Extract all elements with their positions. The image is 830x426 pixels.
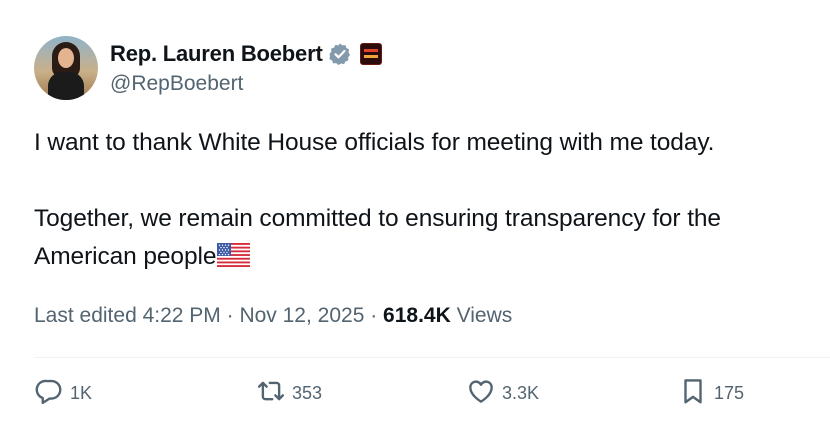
- tweet-meta: Last edited 4:22 PM · Nov 12, 2025 · 618…: [34, 304, 512, 328]
- repost-count: 353: [292, 383, 323, 403]
- like-button[interactable]: 3.3K: [466, 376, 539, 411]
- heart-icon: [466, 376, 496, 411]
- us-flag-icon: [217, 241, 251, 267]
- verified-badge-icon[interactable]: [328, 42, 352, 66]
- avatar-body: [48, 72, 84, 100]
- avatar[interactable]: [34, 36, 98, 100]
- divider: [34, 357, 830, 358]
- tweet-body: I want to thank White House officials fo…: [34, 124, 824, 276]
- views-label: Views: [456, 304, 513, 327]
- name-row: Rep. Lauren Boebert: [110, 40, 382, 68]
- repost-button[interactable]: 353: [256, 376, 322, 411]
- views-count: 618.4K: [383, 304, 451, 327]
- reply-button[interactable]: 1K: [34, 376, 92, 411]
- like-count: 3.3K: [502, 383, 540, 403]
- author-handle[interactable]: @RepBoebert: [110, 72, 382, 96]
- author-names: Rep. Lauren Boebert @RepBoebert: [110, 40, 382, 96]
- bookmark-count: 175: [714, 383, 745, 403]
- affiliation-badge-icon[interactable]: [359, 43, 382, 65]
- edited-timestamp[interactable]: Last edited 4:22 PM · Nov 12, 2025 ·: [34, 304, 377, 327]
- bookmark-button[interactable]: 175: [678, 376, 744, 411]
- tweet-paragraph-2-text: Together, we remain committed to ensurin…: [34, 205, 721, 270]
- avatar-face: [58, 48, 74, 68]
- bookmark-icon: [678, 376, 708, 411]
- tweet-paragraph-1: I want to thank White House officials fo…: [34, 129, 715, 156]
- reply-icon: [34, 376, 64, 411]
- tweet-header: Rep. Lauren Boebert @RepBoebert: [34, 36, 382, 100]
- repost-icon: [256, 376, 286, 411]
- display-name[interactable]: Rep. Lauren Boebert: [110, 41, 323, 67]
- reply-count: 1K: [70, 383, 93, 403]
- tweet-paragraph-2: Together, we remain committed to ensurin…: [34, 200, 824, 276]
- action-bar: 1K 353 3.3K 175: [34, 376, 794, 416]
